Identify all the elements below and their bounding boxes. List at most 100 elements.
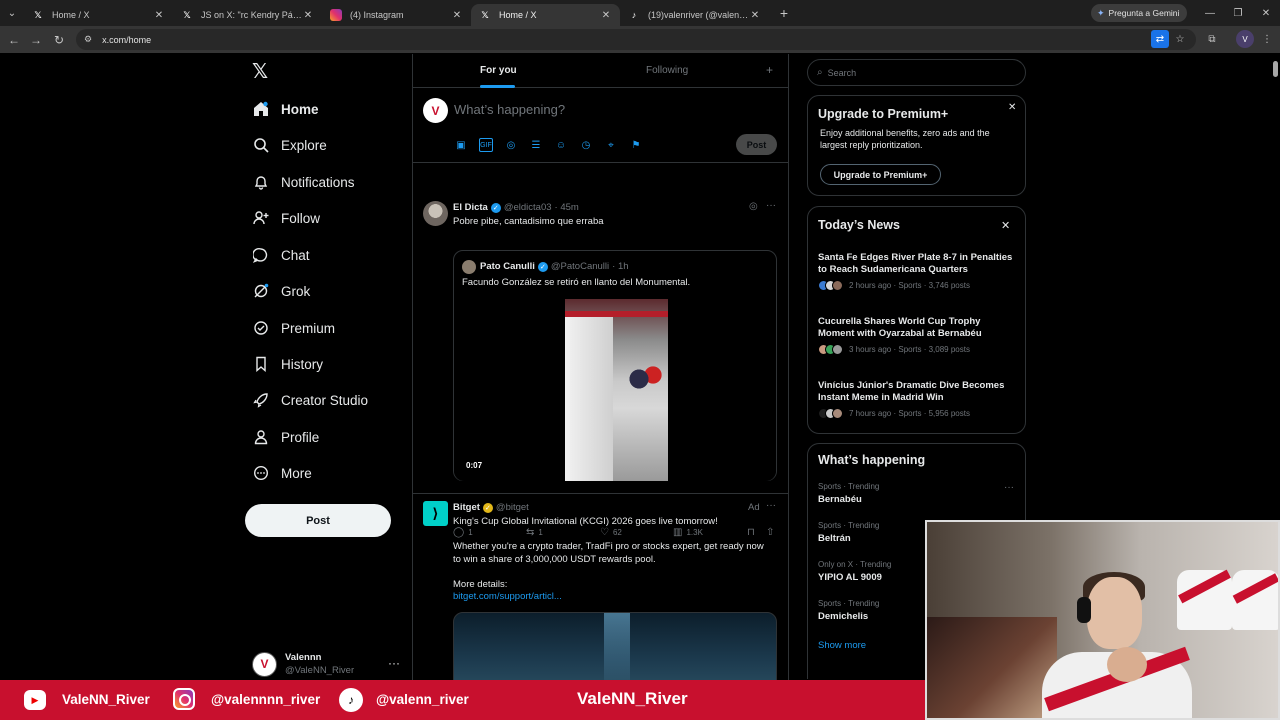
author-name[interactable]: El Dicta bbox=[453, 202, 488, 213]
quoted-tweet[interactable]: Pato Canulli ✓ @PatoCanulli · 1h Facundo… bbox=[453, 250, 777, 481]
close-icon[interactable]: ✕ bbox=[600, 10, 612, 21]
premium-card: Upgrade to Premium+ ✕ Enjoy additional b… bbox=[807, 95, 1026, 196]
reply-button[interactable]: ◯ 1 bbox=[453, 527, 473, 538]
more-dots-icon[interactable]: ··· bbox=[388, 656, 400, 670]
timeline-column: For you Following + V What’s happening? … bbox=[412, 54, 789, 692]
divider bbox=[413, 493, 789, 494]
browser-tab-active[interactable]: 𝕏 Home / X ✕ bbox=[471, 4, 620, 26]
browser-tab-strip: ⌄ 𝕏 Home / X ✕ 𝕏 JS on X: "rc Kendry Páe… bbox=[0, 0, 1280, 26]
compose-input[interactable]: What’s happening? bbox=[454, 102, 565, 117]
x-logo-icon[interactable]: 𝕏 bbox=[252, 62, 272, 82]
tab-search-button[interactable]: ⌄ bbox=[0, 0, 24, 26]
premium-badge-icon bbox=[252, 319, 270, 337]
tweet-time[interactable]: · 45m bbox=[555, 202, 579, 213]
nav-chat[interactable]: Chat bbox=[252, 243, 310, 267]
back-icon[interactable]: ← bbox=[2, 28, 26, 52]
news-item[interactable]: Santa Fe Edges River Plate 8-7 in Penalt… bbox=[818, 252, 1018, 291]
nav-explore[interactable]: Explore bbox=[252, 133, 327, 157]
translate-icon[interactable]: ⇄ bbox=[1151, 30, 1169, 48]
close-icon[interactable]: ✕ bbox=[1001, 219, 1010, 232]
youtube-handle: ValeNN_River bbox=[62, 692, 150, 707]
nav-history[interactable]: History bbox=[252, 352, 323, 376]
new-tab-button[interactable]: + bbox=[773, 2, 795, 24]
bookmark-icon[interactable]: ⊓ bbox=[747, 527, 755, 538]
browser-tab[interactable]: 𝕏 Home / X ✕ bbox=[24, 4, 173, 26]
location-icon[interactable]: ⌖ bbox=[604, 138, 618, 152]
compose-post-button[interactable]: Post bbox=[736, 134, 777, 155]
close-icon[interactable]: ✕ bbox=[451, 10, 463, 21]
extensions-icon[interactable]: ⧉ bbox=[1203, 30, 1221, 48]
nav-profile[interactable]: Profile bbox=[252, 425, 319, 449]
nav-premium[interactable]: Premium bbox=[252, 316, 335, 340]
nav-home[interactable]: Home bbox=[252, 97, 319, 121]
close-icon[interactable]: ✕ bbox=[302, 10, 314, 21]
emoji-icon[interactable]: ☺ bbox=[554, 138, 568, 152]
account-switcher[interactable]: V Valennn @ValeNN_River ··· bbox=[252, 650, 402, 678]
grok-icon[interactable]: ◎ bbox=[749, 201, 758, 212]
more-dots-icon[interactable]: ··· bbox=[766, 200, 776, 211]
nav-more[interactable]: More bbox=[252, 461, 312, 485]
tab-following[interactable]: Following bbox=[646, 65, 688, 76]
profile-avatar[interactable]: V bbox=[1236, 30, 1254, 48]
window-close-icon[interactable]: ✕ bbox=[1252, 0, 1280, 26]
author-handle[interactable]: @eldicta03 bbox=[504, 202, 552, 213]
site-info-icon[interactable]: ⚙ bbox=[84, 34, 92, 45]
tab-for-you[interactable]: For you bbox=[480, 65, 517, 76]
restore-icon[interactable]: ❐ bbox=[1224, 0, 1252, 26]
views-button[interactable]: ▥ 1.3K bbox=[673, 527, 703, 538]
post-button[interactable]: Post bbox=[245, 504, 391, 537]
nav-grok[interactable]: Grok bbox=[252, 279, 310, 303]
close-icon[interactable]: ✕ bbox=[749, 10, 761, 21]
more-dots-icon[interactable]: ··· bbox=[766, 500, 776, 511]
like-count: 62 bbox=[612, 528, 622, 537]
nav-follow[interactable]: Follow bbox=[252, 206, 320, 230]
bookmark-star-icon[interactable]: ☆ bbox=[1171, 30, 1189, 48]
ad-label: Ad bbox=[748, 502, 760, 513]
avatar[interactable] bbox=[423, 201, 448, 226]
nav-creator-studio[interactable]: Creator Studio bbox=[252, 388, 368, 412]
browser-tab[interactable]: ♪ (19)valenriver (@valenn_river) | ✕ bbox=[620, 4, 769, 26]
share-icon[interactable]: ⇧ bbox=[766, 527, 774, 538]
address-bar[interactable]: ⚙ x.com/home bbox=[76, 29, 1196, 50]
minimize-icon[interactable]: — bbox=[1196, 0, 1224, 26]
upgrade-button[interactable]: Upgrade to Premium+ bbox=[820, 164, 941, 185]
tweet-text-line: to win a share of 3,000,000 USDT rewards… bbox=[453, 554, 656, 565]
bitget-logo-icon[interactable]: ⟩ bbox=[423, 501, 448, 526]
stream-banner: ▶ ValeNN_River @valennnn_river ♪ @valenn… bbox=[0, 680, 925, 720]
like-button[interactable]: ♡ 62 bbox=[600, 527, 622, 538]
search-icon: ⌕ bbox=[817, 67, 823, 78]
news-item[interactable]: Cucurella Shares World Cup Trophy Moment… bbox=[818, 316, 1018, 355]
grok-icon[interactable]: ◎ bbox=[504, 138, 518, 152]
forward-icon[interactable]: → bbox=[24, 28, 48, 52]
search-input[interactable]: ⌕ Search bbox=[807, 59, 1026, 86]
close-icon[interactable]: ✕ bbox=[153, 10, 165, 21]
news-item[interactable]: Vinícius Júnior's Dramatic Dive Becomes … bbox=[818, 380, 1018, 419]
gemini-button[interactable]: ✦ Pregunta a Gemini bbox=[1091, 4, 1187, 22]
author-name[interactable]: Bitget bbox=[453, 502, 480, 513]
browser-menu-icon[interactable]: ⋮ bbox=[1258, 30, 1276, 48]
repost-button[interactable]: ⇆ 1 bbox=[526, 527, 543, 538]
add-tab-icon[interactable]: + bbox=[766, 63, 773, 77]
close-icon[interactable]: ✕ bbox=[1008, 102, 1016, 113]
tab-title: Home / X bbox=[52, 10, 90, 20]
x-logo-icon: 𝕏 bbox=[183, 9, 191, 20]
reload-icon[interactable]: ↻ bbox=[47, 28, 71, 52]
nav-notifications[interactable]: Notifications bbox=[252, 170, 355, 194]
tweet-link[interactable]: bitget.com/support/articl... bbox=[453, 591, 562, 604]
account-name: Valennn bbox=[285, 652, 322, 663]
more-dots-icon[interactable]: ··· bbox=[1004, 482, 1014, 493]
trend-item[interactable]: Sports · Trending Bernabéu bbox=[818, 482, 1018, 505]
browser-tab[interactable]: 𝕏 JS on X: "rc Kendry Páez en Insta ✕ bbox=[173, 4, 322, 26]
video-player[interactable]: 0:07 bbox=[454, 297, 776, 481]
search-icon bbox=[252, 136, 270, 154]
account-handle: @ValeNN_River bbox=[285, 665, 355, 676]
schedule-icon[interactable]: ◷ bbox=[579, 138, 593, 152]
poll-icon[interactable]: ☰ bbox=[529, 138, 543, 152]
gif-icon[interactable]: GIF bbox=[479, 138, 493, 152]
author-handle[interactable]: @bitget bbox=[496, 502, 529, 513]
search-placeholder: Search bbox=[827, 67, 857, 78]
image-icon[interactable]: ▣ bbox=[454, 138, 468, 152]
show-more-link[interactable]: Show more bbox=[818, 640, 866, 651]
flag-icon[interactable]: ⚑ bbox=[629, 138, 643, 152]
browser-tab[interactable]: (4) Instagram ✕ bbox=[322, 4, 471, 26]
